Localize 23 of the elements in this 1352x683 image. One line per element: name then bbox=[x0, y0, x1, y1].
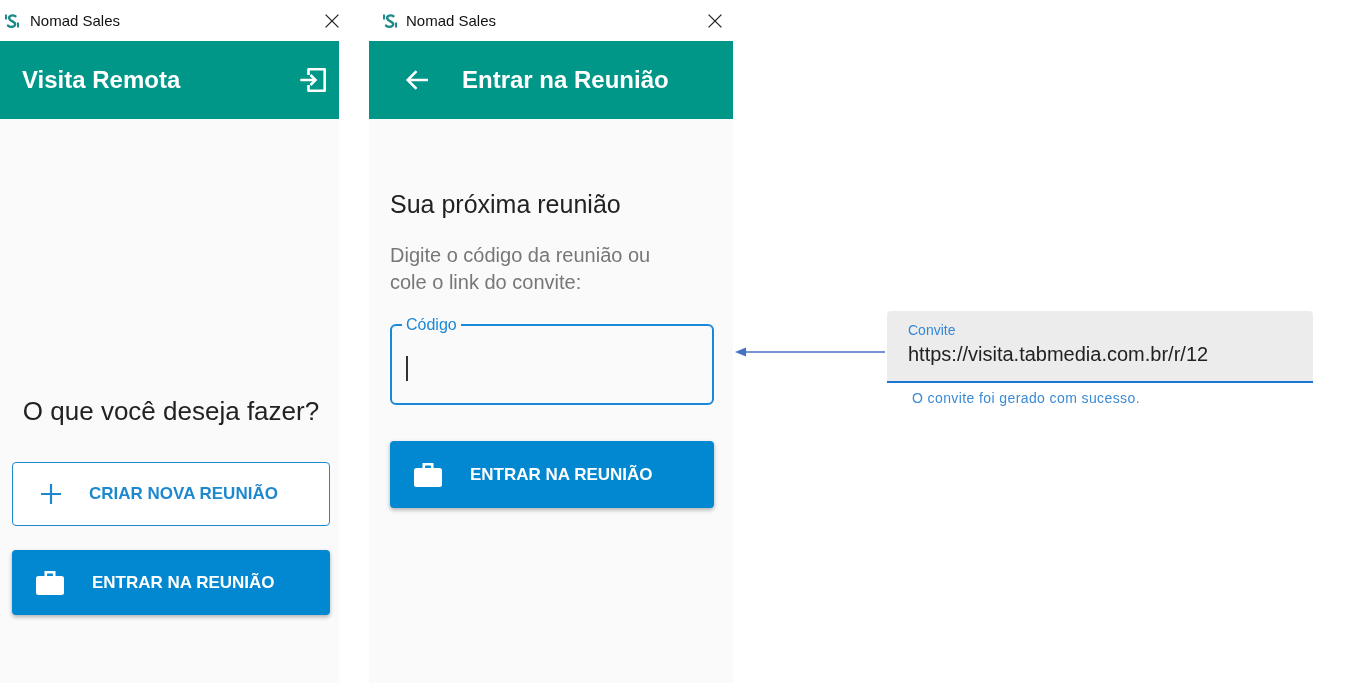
window-title: Nomad Sales bbox=[406, 12, 497, 29]
create-meeting-button[interactable]: CRIAR NOVA REUNIÃO bbox=[12, 462, 330, 526]
join-meeting-button[interactable]: ENTRAR NA REUNIÃO bbox=[390, 441, 714, 508]
window-title: Nomad Sales bbox=[30, 12, 121, 29]
invite-link-field[interactable]: Convite https://visita.tabmedia.com.br/r/12 bbox=[887, 311, 1313, 383]
plus-icon bbox=[41, 484, 61, 504]
code-input-field[interactable]: Código bbox=[390, 316, 714, 405]
logo-icon bbox=[382, 12, 398, 29]
login-icon[interactable] bbox=[299, 67, 327, 93]
close-icon[interactable] bbox=[325, 13, 339, 28]
briefcase-icon bbox=[36, 570, 64, 595]
prompt-text: O que você deseja fazer? bbox=[21, 395, 321, 427]
back-icon[interactable] bbox=[405, 69, 429, 91]
close-icon[interactable] bbox=[708, 13, 722, 28]
section-heading: Sua próxima reunião bbox=[390, 189, 622, 220]
logo-icon bbox=[4, 12, 20, 29]
instructions-text: Digite o código da reunião ou cole o link do convite: bbox=[390, 243, 652, 295]
briefcase-icon bbox=[414, 462, 442, 487]
screen-title: Entrar na Reunião bbox=[462, 66, 669, 94]
screen-title: Visita Remota bbox=[22, 66, 181, 94]
join-meeting-button[interactable]: ENTRAR NA REUNIÃO bbox=[12, 550, 330, 615]
text-cursor-icon bbox=[406, 356, 408, 381]
helper-text: O convite foi gerado com sucesso. bbox=[912, 389, 1140, 407]
